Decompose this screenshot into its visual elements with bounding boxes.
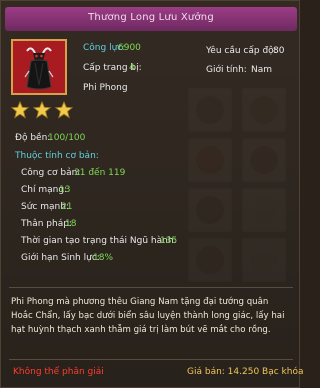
sell-price-text: Giá bán: 14.250 Bạc khóa <box>187 367 304 377</box>
equipment-level-value: 4 <box>129 63 135 73</box>
attribute-value: 18% <box>93 253 114 263</box>
attack-power-value: 6900 <box>118 43 141 53</box>
tooltip-footer: Không thể phân giải Giá bán: 14.250 Bạc … <box>1 361 304 383</box>
item-name: Thương Long Lưu Xưởng <box>88 12 214 23</box>
not-decomposable-text: Không thể phân giải <box>13 367 104 377</box>
attribute-value: 135 <box>160 236 178 246</box>
item-tooltip: Thương Long Lưu Xưởng Công lực: 6900 Cấp… <box>0 0 304 388</box>
attribute-value: 31 đến 119 <box>74 168 126 178</box>
attribute-value: 18 <box>65 219 77 229</box>
durability-value: 100/100 <box>48 133 86 143</box>
black-dragon-cape-icon <box>11 39 67 95</box>
attribute-label: Thời gian tạo trạng thái Ngũ hành: <box>21 236 177 246</box>
required-level-value: 80 <box>273 46 285 56</box>
required-level-label: Yêu cầu cấp độ: <box>206 46 277 56</box>
attribute-value: 21 <box>61 202 73 212</box>
attribute-label: Công cơ bản: <box>21 168 81 178</box>
gender-value: Nam <box>251 65 273 75</box>
item-type: Phi Phong <box>83 83 128 93</box>
section-divider <box>9 287 293 288</box>
base-attributes-heading: Thuộc tính cơ bản: <box>15 151 99 161</box>
gold-star-icon <box>33 101 51 119</box>
gender-label: Giới tính: <box>206 65 247 75</box>
section-divider <box>9 359 293 360</box>
gold-star-icon <box>11 101 29 119</box>
item-description: Phi Phong mà phương thêu Giang Nam tặng … <box>11 297 285 335</box>
durability-label: Độ bền: <box>15 133 51 143</box>
attribute-value: 13 <box>59 185 71 195</box>
attribute-label: Giới hạn Sinh lực: <box>21 253 100 263</box>
gold-star-icon <box>55 101 73 119</box>
